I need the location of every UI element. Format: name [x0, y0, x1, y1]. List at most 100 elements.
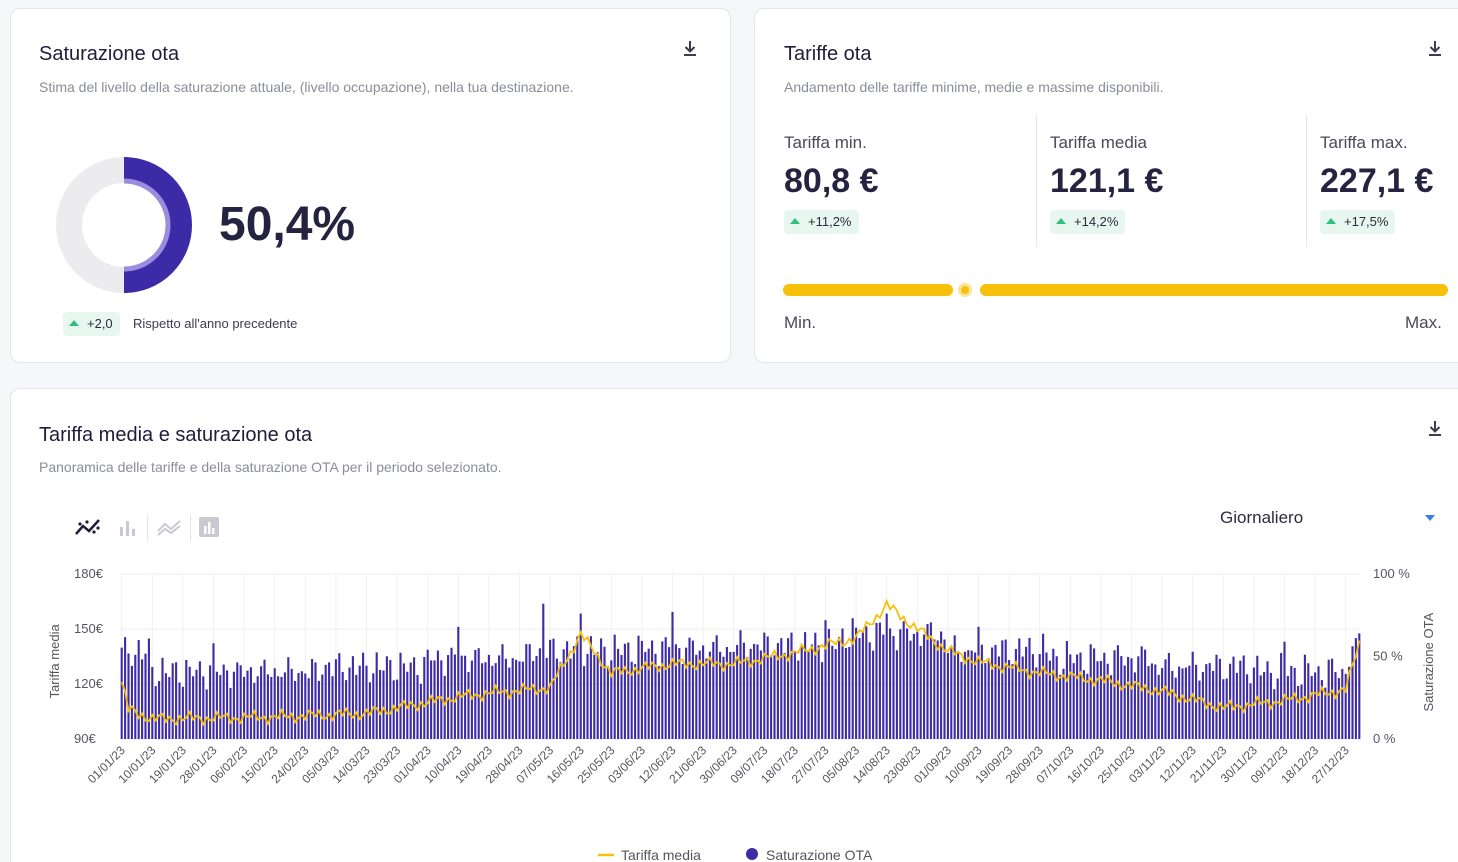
chart-card: Tariffa media e saturazione ota Panorami…: [10, 388, 1458, 862]
saturation-bar: [861, 631, 864, 739]
saturation-bar: [426, 649, 429, 739]
bar-chart-icon[interactable]: [117, 517, 139, 537]
saturation-bar: [926, 624, 929, 739]
left-axis-title: Tariffa media: [47, 624, 62, 699]
saturation-bar: [1218, 658, 1221, 739]
saturation-bar: [1239, 660, 1242, 739]
stacked-bar-icon[interactable]: [198, 516, 220, 538]
avg-rate-change: +14,2%: [1074, 214, 1119, 229]
saturation-bar: [596, 651, 599, 739]
saturation-bar: [664, 637, 667, 739]
saturation-bar: [147, 638, 150, 739]
max-rate-value: 227,1 €: [1320, 162, 1434, 200]
saturation-bar: [1079, 652, 1082, 739]
saturation-bar: [1314, 672, 1317, 739]
saturation-bar: [338, 653, 341, 739]
saturation-bar: [409, 662, 412, 739]
saturation-bar: [790, 632, 793, 739]
saturation-bar: [229, 687, 232, 739]
saturation-bar: [385, 656, 388, 739]
saturation-bar: [906, 628, 909, 739]
avg-rate-value: 121,1 €: [1050, 162, 1164, 200]
saturation-bar: [538, 648, 541, 739]
saturation-bar: [946, 652, 949, 739]
saturation-bar: [916, 631, 919, 739]
saturation-bar: [705, 658, 708, 739]
saturation-bar: [219, 675, 222, 739]
saturation-bar: [685, 647, 688, 739]
saturation-bar: [453, 654, 456, 739]
saturation-bar: [423, 656, 426, 739]
download-icon[interactable]: [1426, 39, 1444, 59]
saturation-bar: [1293, 667, 1296, 739]
saturation-bar: [783, 652, 786, 739]
saturation-bar: [559, 662, 562, 739]
saturation-bar: [980, 644, 983, 739]
saturation-bar: [620, 654, 623, 739]
saturation-bar: [365, 665, 368, 739]
saturation-bar: [963, 651, 966, 739]
saturation-bar: [627, 642, 630, 739]
saturation-bar: [892, 636, 895, 739]
saturation-bar: [746, 656, 749, 739]
saturation-bar: [419, 683, 422, 739]
saturation-bar: [1188, 665, 1191, 739]
saturation-bar: [141, 659, 144, 739]
saturation-bar: [1358, 633, 1361, 739]
period-select[interactable]: Giornaliero: [1206, 501, 1441, 535]
download-icon[interactable]: [1426, 419, 1444, 439]
legend-label: Saturazione OTA: [766, 847, 873, 862]
saturation-bar: [899, 629, 902, 739]
saturation-bar: [739, 630, 742, 739]
saturation-bar: [178, 682, 181, 739]
saturation-bar: [763, 632, 766, 739]
saturation-bar: [1215, 654, 1218, 739]
saturation-bar: [1351, 646, 1354, 739]
saturation-bar: [613, 634, 616, 739]
saturation-bar: [552, 638, 555, 739]
saturation-bar: [977, 626, 980, 739]
saturation-donut: [56, 157, 192, 293]
saturation-bar: [535, 655, 538, 739]
saturation-bar: [1059, 674, 1062, 739]
saturation-bar: [800, 646, 803, 739]
saturation-bar: [674, 644, 677, 739]
saturation-bar: [817, 645, 820, 739]
range-min-label: Min.: [784, 313, 817, 332]
saturation-bar: [443, 675, 446, 739]
saturation-bar: [586, 653, 589, 739]
saturation-bar: [797, 660, 800, 739]
saturation-bar: [933, 639, 936, 739]
up-arrow-icon: [1056, 218, 1066, 224]
saturation-bar: [294, 680, 297, 739]
saturation-bar: [1120, 656, 1123, 739]
saturation-bar: [1181, 668, 1184, 739]
line-scatter-icon[interactable]: [74, 516, 102, 538]
divider: [1306, 115, 1307, 247]
saturation-bar: [943, 639, 946, 739]
saturation-bar: [1161, 668, 1164, 739]
saturation-bar: [589, 636, 592, 739]
saturation-bar: [297, 672, 300, 739]
saturation-bar: [1263, 671, 1266, 739]
saturation-bar: [222, 664, 225, 739]
saturation-bar: [923, 634, 926, 739]
rates-card-subtitle: Andamento delle tariffe minime, medie e …: [784, 79, 1164, 95]
download-icon[interactable]: [681, 39, 699, 59]
saturation-bar: [1062, 668, 1065, 739]
area-chart-icon[interactable]: [156, 517, 182, 537]
saturation-bar: [1242, 655, 1245, 739]
saturation-bar: [314, 662, 317, 739]
saturation-bar: [1208, 663, 1211, 739]
saturation-bar: [280, 676, 283, 739]
saturation-bar: [1086, 673, 1089, 739]
saturation-bar: [1004, 639, 1007, 739]
saturation-bar: [283, 672, 286, 739]
saturation-bar: [1337, 678, 1340, 739]
saturation-bar: [215, 671, 218, 739]
saturation-bar: [436, 650, 439, 739]
saturation-bar: [321, 674, 324, 739]
saturation-bar: [766, 636, 769, 739]
saturation-bar: [328, 662, 331, 739]
saturation-bar: [1011, 664, 1014, 739]
